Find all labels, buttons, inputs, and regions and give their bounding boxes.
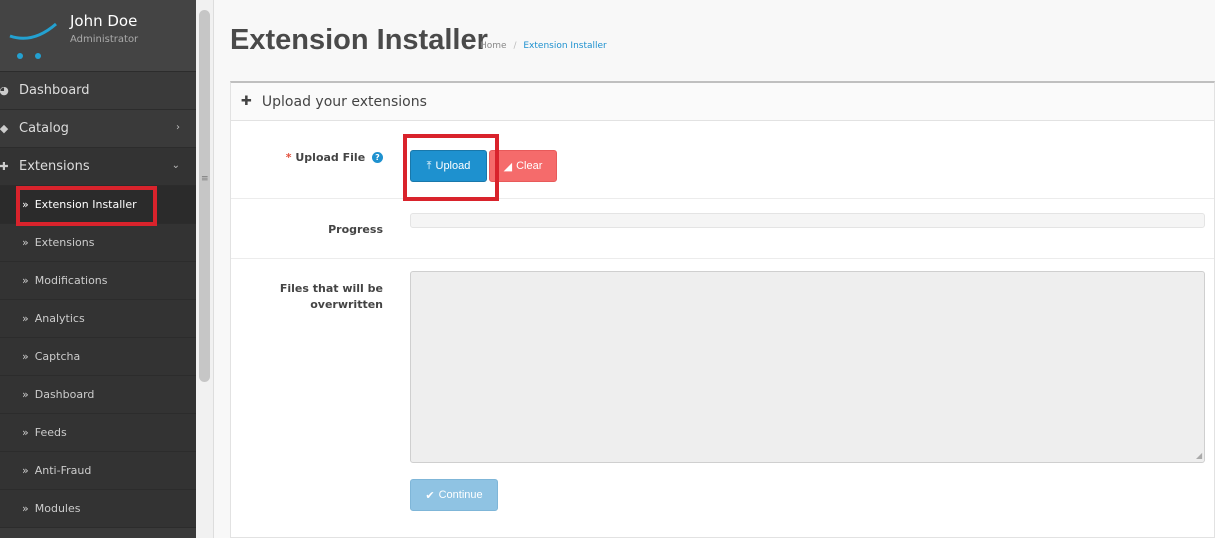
submenu-label: Feeds <box>34 426 67 439</box>
required-mark: * <box>285 151 292 164</box>
menu-label: Extensions <box>19 159 90 174</box>
progress-bar <box>410 213 1205 228</box>
upload-button[interactable]: ⤒ Upload <box>410 150 487 182</box>
clear-button[interactable]: ◢ Clear <box>489 150 557 182</box>
menu-item-extensions[interactable]: ✚ Extensions ⌄ <box>0 148 196 186</box>
chevron-right-icon: › <box>176 122 180 133</box>
menu-label: Dashboard <box>19 83 90 98</box>
overwrite-label-line1: Files that will be <box>279 282 383 295</box>
breadcrumb-home[interactable]: Home <box>480 41 507 51</box>
upload-icon: ⤒ <box>426 159 432 172</box>
check-icon: ✔ <box>425 489 435 502</box>
help-icon[interactable]: ? <box>372 152 383 163</box>
submenu-modifications[interactable]: » Modifications <box>0 262 196 300</box>
overwrite-label: Files that will be overwritten <box>280 281 383 313</box>
continue-button-label: Continue <box>438 489 483 501</box>
double-chevron-icon: » <box>22 312 29 325</box>
puzzle-icon: ✚ <box>0 160 9 173</box>
page-title: Extension Installer <box>230 24 488 56</box>
user-name: John Doe <box>70 12 138 30</box>
submenu-captcha[interactable]: » Captcha <box>0 338 196 376</box>
sidebar: John Doe Administrator ◕ Dashboard ◆ Cat… <box>0 0 196 538</box>
continue-button[interactable]: ✔ Continue <box>410 479 498 511</box>
submenu-label: Modifications <box>34 274 108 287</box>
main-content: Extension Installer Home / Extension Ins… <box>214 0 1215 538</box>
puzzle-icon: ✚ <box>241 94 252 109</box>
submenu-label: Extension Installer <box>34 198 137 211</box>
upload-row: * Upload File ? <box>231 121 1214 199</box>
progress-label: Progress <box>328 223 383 236</box>
submenu-label: Captcha <box>34 350 81 363</box>
panel-heading-text: Upload your extensions <box>261 93 427 110</box>
overwrite-label-line2: overwritten <box>310 298 383 311</box>
panel-heading: ✚ Upload your extensions <box>231 83 1214 121</box>
submenu-label: Dashboard <box>34 388 95 401</box>
app-root: John Doe Administrator ◕ Dashboard ◆ Cat… <box>0 0 1215 538</box>
double-chevron-icon: » <box>22 426 29 439</box>
clear-button-label: Clear <box>516 160 543 172</box>
submenu-extension-installer[interactable]: » Extension Installer <box>0 186 196 224</box>
submenu-modules[interactable]: » Modules <box>0 490 196 528</box>
scrollbar-thumb[interactable] <box>199 10 210 382</box>
menu-item-catalog[interactable]: ◆ Catalog › <box>0 110 196 148</box>
double-chevron-icon: » <box>22 236 29 249</box>
double-chevron-icon: » <box>22 198 29 211</box>
submenu-label: Anti-Fraud <box>34 464 92 477</box>
double-chevron-icon: » <box>22 350 29 363</box>
dashboard-icon: ◕ <box>0 84 9 97</box>
upload-panel: ✚ Upload your extensions * Upload File ?… <box>230 81 1215 538</box>
submenu-extensions[interactable]: » Extensions <box>0 224 196 262</box>
upload-file-label: * Upload File ? <box>286 151 383 164</box>
double-chevron-icon: » <box>22 464 29 477</box>
double-chevron-icon: » <box>22 502 29 515</box>
cart-logo-icon <box>9 22 57 59</box>
breadcrumb-current[interactable]: Extension Installer <box>523 41 606 51</box>
submenu-feeds[interactable]: » Feeds <box>0 414 196 452</box>
user-role: Administrator <box>70 34 139 45</box>
tag-icon: ◆ <box>0 122 9 135</box>
eraser-icon: ◢ <box>503 160 513 173</box>
double-chevron-icon: » <box>22 388 29 401</box>
chevron-down-icon: ⌄ <box>171 160 180 171</box>
double-chevron-icon: » <box>22 274 29 287</box>
submenu-label: Analytics <box>34 312 85 325</box>
submenu-label: Modules <box>34 502 81 515</box>
grip-icon: ≡ <box>201 174 209 184</box>
breadcrumb-separator: / <box>513 41 517 51</box>
submenu-label: Extensions <box>34 236 95 249</box>
user-profile[interactable]: John Doe Administrator <box>0 0 196 72</box>
overwrite-textarea[interactable] <box>410 271 1205 463</box>
upload-label-text: Upload File <box>295 151 366 164</box>
submenu-dashboard[interactable]: » Dashboard <box>0 376 196 414</box>
submenu-anti-fraud[interactable]: » Anti-Fraud <box>0 452 196 490</box>
submenu-analytics[interactable]: » Analytics <box>0 300 196 338</box>
resize-handle-icon[interactable]: ◢ <box>1196 451 1202 460</box>
menu-label: Catalog <box>19 121 69 136</box>
progress-row: Progress <box>231 199 1214 259</box>
menu-item-dashboard[interactable]: ◕ Dashboard <box>0 72 196 110</box>
sidebar-scrollbar[interactable]: ≡ <box>196 0 214 538</box>
breadcrumb: Home / Extension Installer <box>480 41 607 51</box>
upload-button-label: Upload <box>435 160 471 172</box>
